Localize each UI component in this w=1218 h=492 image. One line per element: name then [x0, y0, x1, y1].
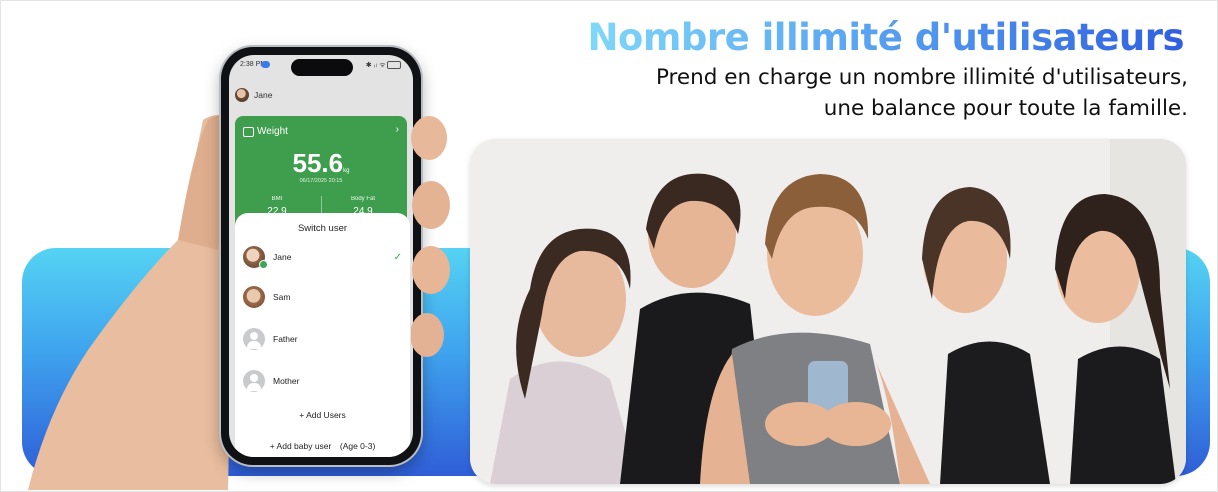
user-row-father[interactable]: Father — [235, 325, 410, 353]
checkmark-icon: ✓ — [393, 251, 402, 263]
subtitle-line-2: une balance pour toute la famille. — [823, 96, 1188, 121]
switch-user-sheet: Switch user Jane ✓ Sam Father Mother + A… — [235, 213, 410, 457]
bodyfat-label: Body Fat — [350, 196, 375, 202]
current-user-header[interactable]: Jane — [235, 87, 272, 103]
chevron-right-icon[interactable]: › — [396, 124, 399, 135]
user-row-sam[interactable]: Sam — [235, 283, 410, 311]
weight-value: 55.6 — [292, 148, 344, 178]
headline-title: Nombre illimité d'utilisateurs — [587, 16, 1184, 59]
user-name: Father — [273, 334, 298, 344]
user-name: Sam — [273, 292, 291, 302]
default-avatar-icon — [243, 370, 265, 392]
add-baby-user-button[interactable]: + Add baby user (Age 0-3) — [235, 440, 410, 452]
user-row-jane[interactable]: Jane ✓ — [235, 243, 410, 271]
status-bar: 2:38 PM ✱ ᵢₗ ᯤ — [229, 55, 413, 77]
subtitle-line-1: Prend en charge un nombre illimité d'uti… — [655, 65, 1188, 90]
phone-screen: 2:38 PM ✱ ᵢₗ ᯤ Jane Weight › 55.6kg 06/1… — [229, 55, 413, 457]
weight-label: Weight — [257, 126, 288, 137]
status-icons: ✱ ᵢₗ ᯤ — [366, 61, 401, 70]
user-name: Mother — [273, 376, 300, 386]
weight-card-header: Weight — [243, 126, 288, 137]
user-avatar-icon — [235, 88, 249, 102]
sheet-title: Switch user — [297, 223, 348, 234]
scale-icon — [243, 126, 254, 137]
user-row-mother[interactable]: Mother — [235, 367, 410, 395]
battery-icon — [387, 61, 401, 70]
weight-unit: kg — [343, 168, 350, 174]
signal-wifi-icon: ✱ ᵢₗ ᯤ — [365, 62, 386, 69]
fingers-illustration — [411, 116, 450, 357]
bmi-label: BMI — [271, 196, 283, 202]
current-user-name: Jane — [254, 90, 273, 100]
group-photo — [470, 139, 1186, 484]
photo-avatar-icon — [243, 286, 265, 308]
recording-indicator-icon — [261, 61, 270, 68]
active-user-dot-icon — [259, 260, 268, 269]
friends-with-phone-illustration — [470, 139, 1186, 484]
weight-date: 06/17/2025 20:15 — [299, 178, 343, 184]
default-avatar-icon — [243, 328, 265, 350]
dynamic-island — [291, 59, 353, 76]
smartphone: 2:38 PM ✱ ᵢₗ ᯤ Jane Weight › 55.6kg 06/1… — [221, 47, 421, 465]
headline-subtitle: Prend en charge un nombre illimité d'uti… — [656, 62, 1188, 124]
user-name: Jane — [273, 252, 292, 262]
add-users-button[interactable]: + Add Users — [235, 410, 410, 420]
weight-value-display: 55.6kg — [235, 148, 407, 179]
